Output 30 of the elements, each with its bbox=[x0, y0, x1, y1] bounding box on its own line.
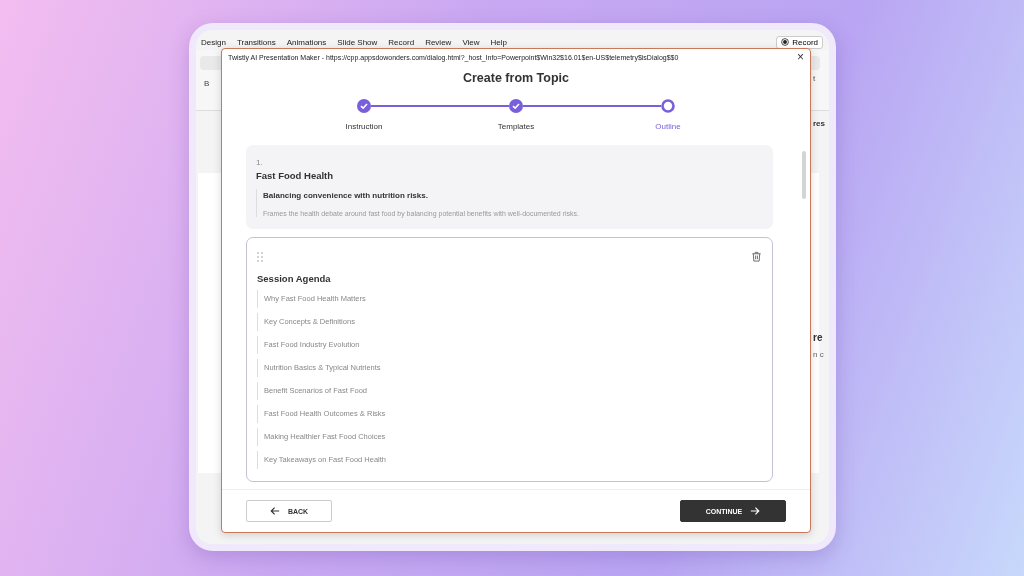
menu-item[interactable]: Animations bbox=[286, 37, 327, 47]
section-subtitle: Balancing convenience with nutrition risks. bbox=[263, 190, 429, 200]
outline-card[interactable] bbox=[246, 237, 773, 482]
step-label[interactable]: Instruction bbox=[345, 122, 383, 131]
record-button[interactable]: Record bbox=[776, 35, 823, 49]
close-button[interactable]: × bbox=[797, 51, 804, 63]
scrollbar-thumb[interactable] bbox=[802, 151, 806, 199]
record-icon bbox=[781, 38, 790, 46]
menu-item[interactable]: Design bbox=[201, 37, 226, 47]
background-text: res bbox=[813, 119, 825, 128]
section-title: Fast Food Health bbox=[256, 170, 335, 181]
menu-item[interactable]: Review bbox=[425, 37, 452, 47]
menu-item[interactable]: Slide Show bbox=[337, 37, 378, 47]
left-arrow-icon bbox=[269, 506, 280, 516]
background-text: t bbox=[813, 74, 816, 83]
right-arrow-icon bbox=[750, 506, 761, 516]
drag-handle-icon[interactable] bbox=[257, 251, 263, 262]
section-title: Session Agenda bbox=[257, 273, 332, 284]
step-label[interactable]: Templates bbox=[497, 122, 535, 131]
menu-item[interactable]: Transitions bbox=[236, 37, 276, 47]
step-label[interactable]: Outline bbox=[655, 122, 681, 131]
section-number: 1. bbox=[256, 158, 264, 167]
dialog-heading: Create from Topic bbox=[461, 71, 570, 85]
ribbon-label: B bbox=[204, 79, 210, 88]
menu-item[interactable]: View bbox=[462, 37, 480, 47]
trash-icon[interactable] bbox=[751, 251, 762, 262]
menu-item[interactable]: Record bbox=[388, 37, 415, 47]
menu-item[interactable]: Help bbox=[490, 37, 508, 47]
background-text: re bbox=[813, 332, 823, 343]
background-text: n c bbox=[813, 350, 824, 359]
